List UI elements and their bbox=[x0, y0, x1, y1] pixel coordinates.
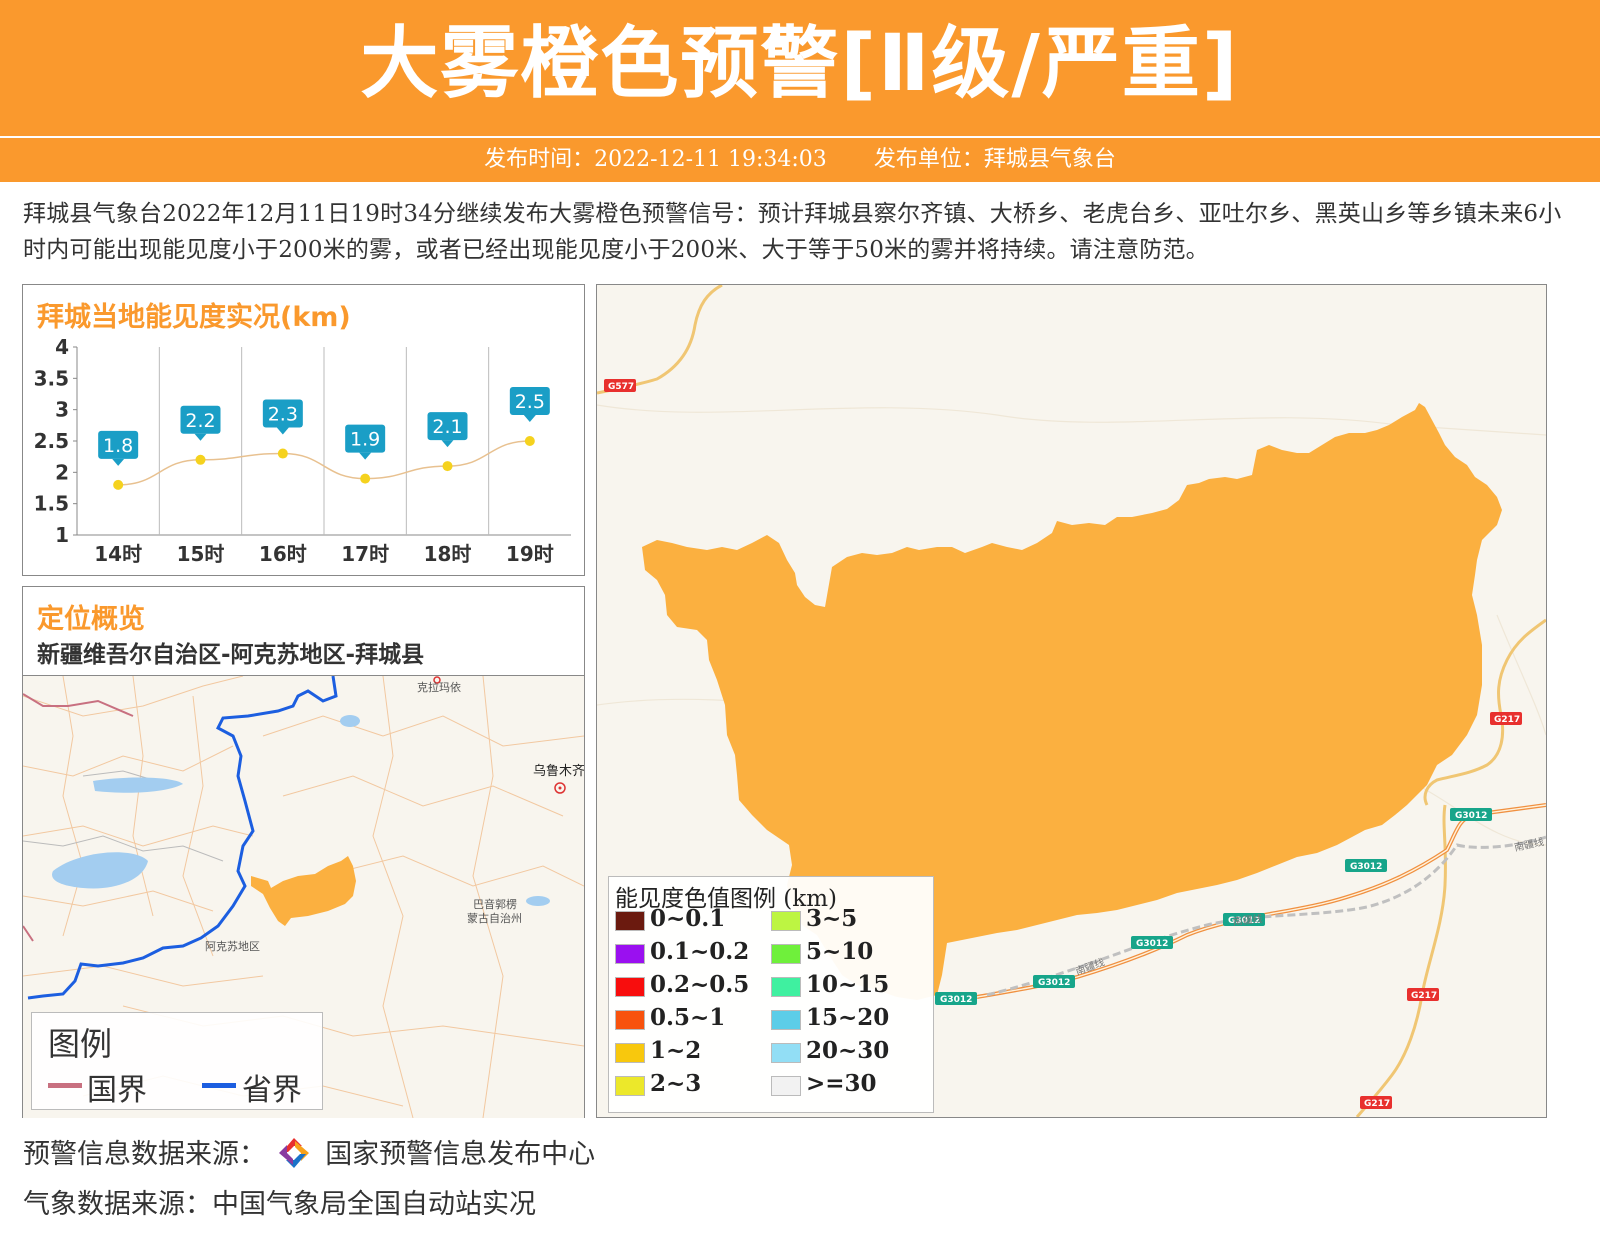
data-label-pointer bbox=[112, 458, 125, 466]
warning-source: 预警信息数据来源： 国家预警信息发布中心 bbox=[23, 1132, 595, 1178]
y-tick-label: 2 bbox=[55, 460, 69, 484]
road-label-g3012: G3012 bbox=[1350, 862, 1382, 872]
warning-center-logo-icon bbox=[276, 1135, 311, 1170]
data-label: 2.2 bbox=[185, 410, 215, 432]
legend-swatch bbox=[615, 1010, 645, 1030]
publish-time: 发布时间：2022-12-11 19:34:03 bbox=[484, 147, 827, 172]
y-tick-label: 3 bbox=[55, 398, 69, 422]
x-tick-label: 15时 bbox=[177, 542, 225, 566]
publish-unit: 发布单位：拜城县气象台 bbox=[873, 147, 1116, 172]
warning-source-org: 国家预警信息发布中心 bbox=[325, 1139, 596, 1170]
legend-label: 10~15 bbox=[806, 971, 890, 998]
y-tick-label: 4 bbox=[55, 335, 69, 359]
y-tick-label: 2.5 bbox=[34, 429, 69, 453]
legend-swatch bbox=[771, 944, 801, 964]
visibility-legend-title: 能见度色值图例 (km) bbox=[615, 886, 838, 912]
x-tick-label: 19时 bbox=[506, 542, 554, 566]
data-label-pointer bbox=[276, 427, 289, 435]
data-point bbox=[442, 461, 453, 472]
data-point bbox=[195, 454, 206, 465]
legend-swatch bbox=[771, 1010, 801, 1030]
road-label-g217: G217 bbox=[1494, 715, 1520, 725]
map-label-urumqi: 乌鲁木齐 bbox=[533, 763, 584, 779]
data-label-pointer bbox=[194, 433, 207, 441]
location-panel-title: 定位概览 bbox=[37, 604, 145, 635]
y-tick-label: 1.5 bbox=[34, 492, 69, 516]
map-label-kelamayi: 克拉玛依 bbox=[417, 680, 461, 694]
data-label-pointer bbox=[441, 440, 454, 448]
x-tick-label: 16时 bbox=[259, 542, 307, 566]
visibility-panel: 拜城当地能见度实况(km) 1 1.5 2 2.5 3 3.5 4 14时 15时 16时 17时 1… bbox=[22, 284, 585, 576]
road-label-g217: G217 bbox=[1411, 991, 1437, 1001]
lake bbox=[340, 715, 360, 727]
road-label-g3012: G3012 bbox=[1455, 811, 1487, 821]
legend-swatch bbox=[615, 1043, 645, 1063]
data-label: 1.9 bbox=[350, 429, 380, 451]
legend-label: 15~20 bbox=[806, 1004, 890, 1031]
data-label-pointer bbox=[523, 415, 536, 422]
warning-source-label: 预警信息数据来源： bbox=[23, 1139, 266, 1170]
legend-swatch bbox=[615, 1076, 645, 1096]
road-label-g217: G217 bbox=[1364, 1099, 1390, 1109]
legend-swatch bbox=[771, 1043, 801, 1063]
map-label-aksu: 阿克苏地区 bbox=[205, 940, 260, 953]
data-label: 2.5 bbox=[515, 391, 545, 413]
legend-label: >=30 bbox=[806, 1070, 877, 1097]
location-path: 新疆维吾尔自治区-阿克苏地区-拜城县 bbox=[37, 642, 425, 668]
road-label-g3012: G3012 bbox=[1136, 939, 1168, 949]
legend-label: 3~5 bbox=[806, 905, 858, 932]
national-border-swatch bbox=[48, 1083, 82, 1088]
legend-swatch bbox=[615, 911, 645, 931]
x-tick-label: 17时 bbox=[341, 542, 389, 566]
data-point bbox=[524, 436, 535, 446]
data-point bbox=[113, 479, 124, 490]
visibility-color-legend: 能见度色值图例 (km) 0~0.1 3~5 0.1~0.2 5~10 0.2~0.5 1… bbox=[608, 876, 934, 1113]
legend-swatch bbox=[771, 911, 801, 931]
road-label-g3012: G3012 bbox=[1038, 978, 1070, 988]
main-map-panel: G577 G217 G217 G217 G3012 G3012 G3012 G3… bbox=[596, 284, 1547, 1118]
x-tick-label: 18时 bbox=[424, 542, 472, 566]
legend-label: 0.5~1 bbox=[650, 1004, 726, 1031]
legend-swatch bbox=[615, 977, 645, 997]
y-tick-label: 3.5 bbox=[34, 366, 69, 390]
warning-description: 拜城县气象台2022年12月11日19时34分继续发布大雾橙色预警信号：预计拜城… bbox=[23, 201, 1562, 263]
legend-label: 20~30 bbox=[806, 1037, 890, 1064]
road-label-g3012: G3012 bbox=[940, 995, 972, 1005]
lake bbox=[526, 896, 550, 906]
data-label-pointer bbox=[359, 452, 372, 460]
legend-swatch bbox=[615, 944, 645, 964]
legend-label: 0~0.1 bbox=[650, 905, 726, 932]
data-label: 1.8 bbox=[103, 435, 133, 457]
legend-label: 1~2 bbox=[650, 1037, 702, 1064]
legend-label: 0.2~0.5 bbox=[650, 971, 750, 998]
overview-legend: 图例 国界 省界 bbox=[31, 1012, 323, 1110]
location-panel: 定位概览 新疆维吾尔自治区-阿克苏地区-拜城县 克拉玛依 乌鲁木齐 巴音郭楞 蒙… bbox=[22, 586, 585, 1118]
provincial-border-label: 省界 bbox=[242, 1073, 302, 1108]
weather-source: 气象数据来源：中国气象局全国自动站实况 bbox=[23, 1189, 536, 1220]
data-label: 2.1 bbox=[432, 416, 462, 438]
legend-label: 0.1~0.2 bbox=[650, 938, 750, 965]
page-title: 大雾橙色预警[Ⅱ级/严重] bbox=[360, 19, 1240, 109]
legend-label: 2~3 bbox=[650, 1070, 702, 1097]
map-label-bayingolin-1: 巴音郭楞 bbox=[473, 897, 517, 911]
legend-swatch bbox=[771, 1076, 801, 1096]
data-label: 2.3 bbox=[268, 404, 298, 426]
national-border-label: 国界 bbox=[87, 1073, 147, 1108]
legend-swatch bbox=[771, 977, 801, 997]
overview-legend-title: 图例 bbox=[48, 1025, 113, 1063]
legend-label: 5~10 bbox=[806, 938, 874, 965]
provincial-border-swatch bbox=[202, 1083, 236, 1088]
data-point bbox=[277, 448, 288, 459]
y-tick-label: 1 bbox=[55, 523, 69, 547]
x-tick-label: 14时 bbox=[94, 542, 142, 566]
publish-info: 发布时间：2022-12-11 19:34:03 发布单位：拜城县气象台 bbox=[0, 138, 1600, 182]
road-label-g577: G577 bbox=[608, 382, 634, 392]
data-point bbox=[360, 473, 371, 484]
visibility-chart: 1 1.5 2 2.5 3 3.5 4 14时 15时 16时 17时 18时 19时 1.8 2.2 2.3… bbox=[34, 335, 571, 566]
map-label-bayingolin-2: 蒙古自治州 bbox=[467, 911, 522, 925]
